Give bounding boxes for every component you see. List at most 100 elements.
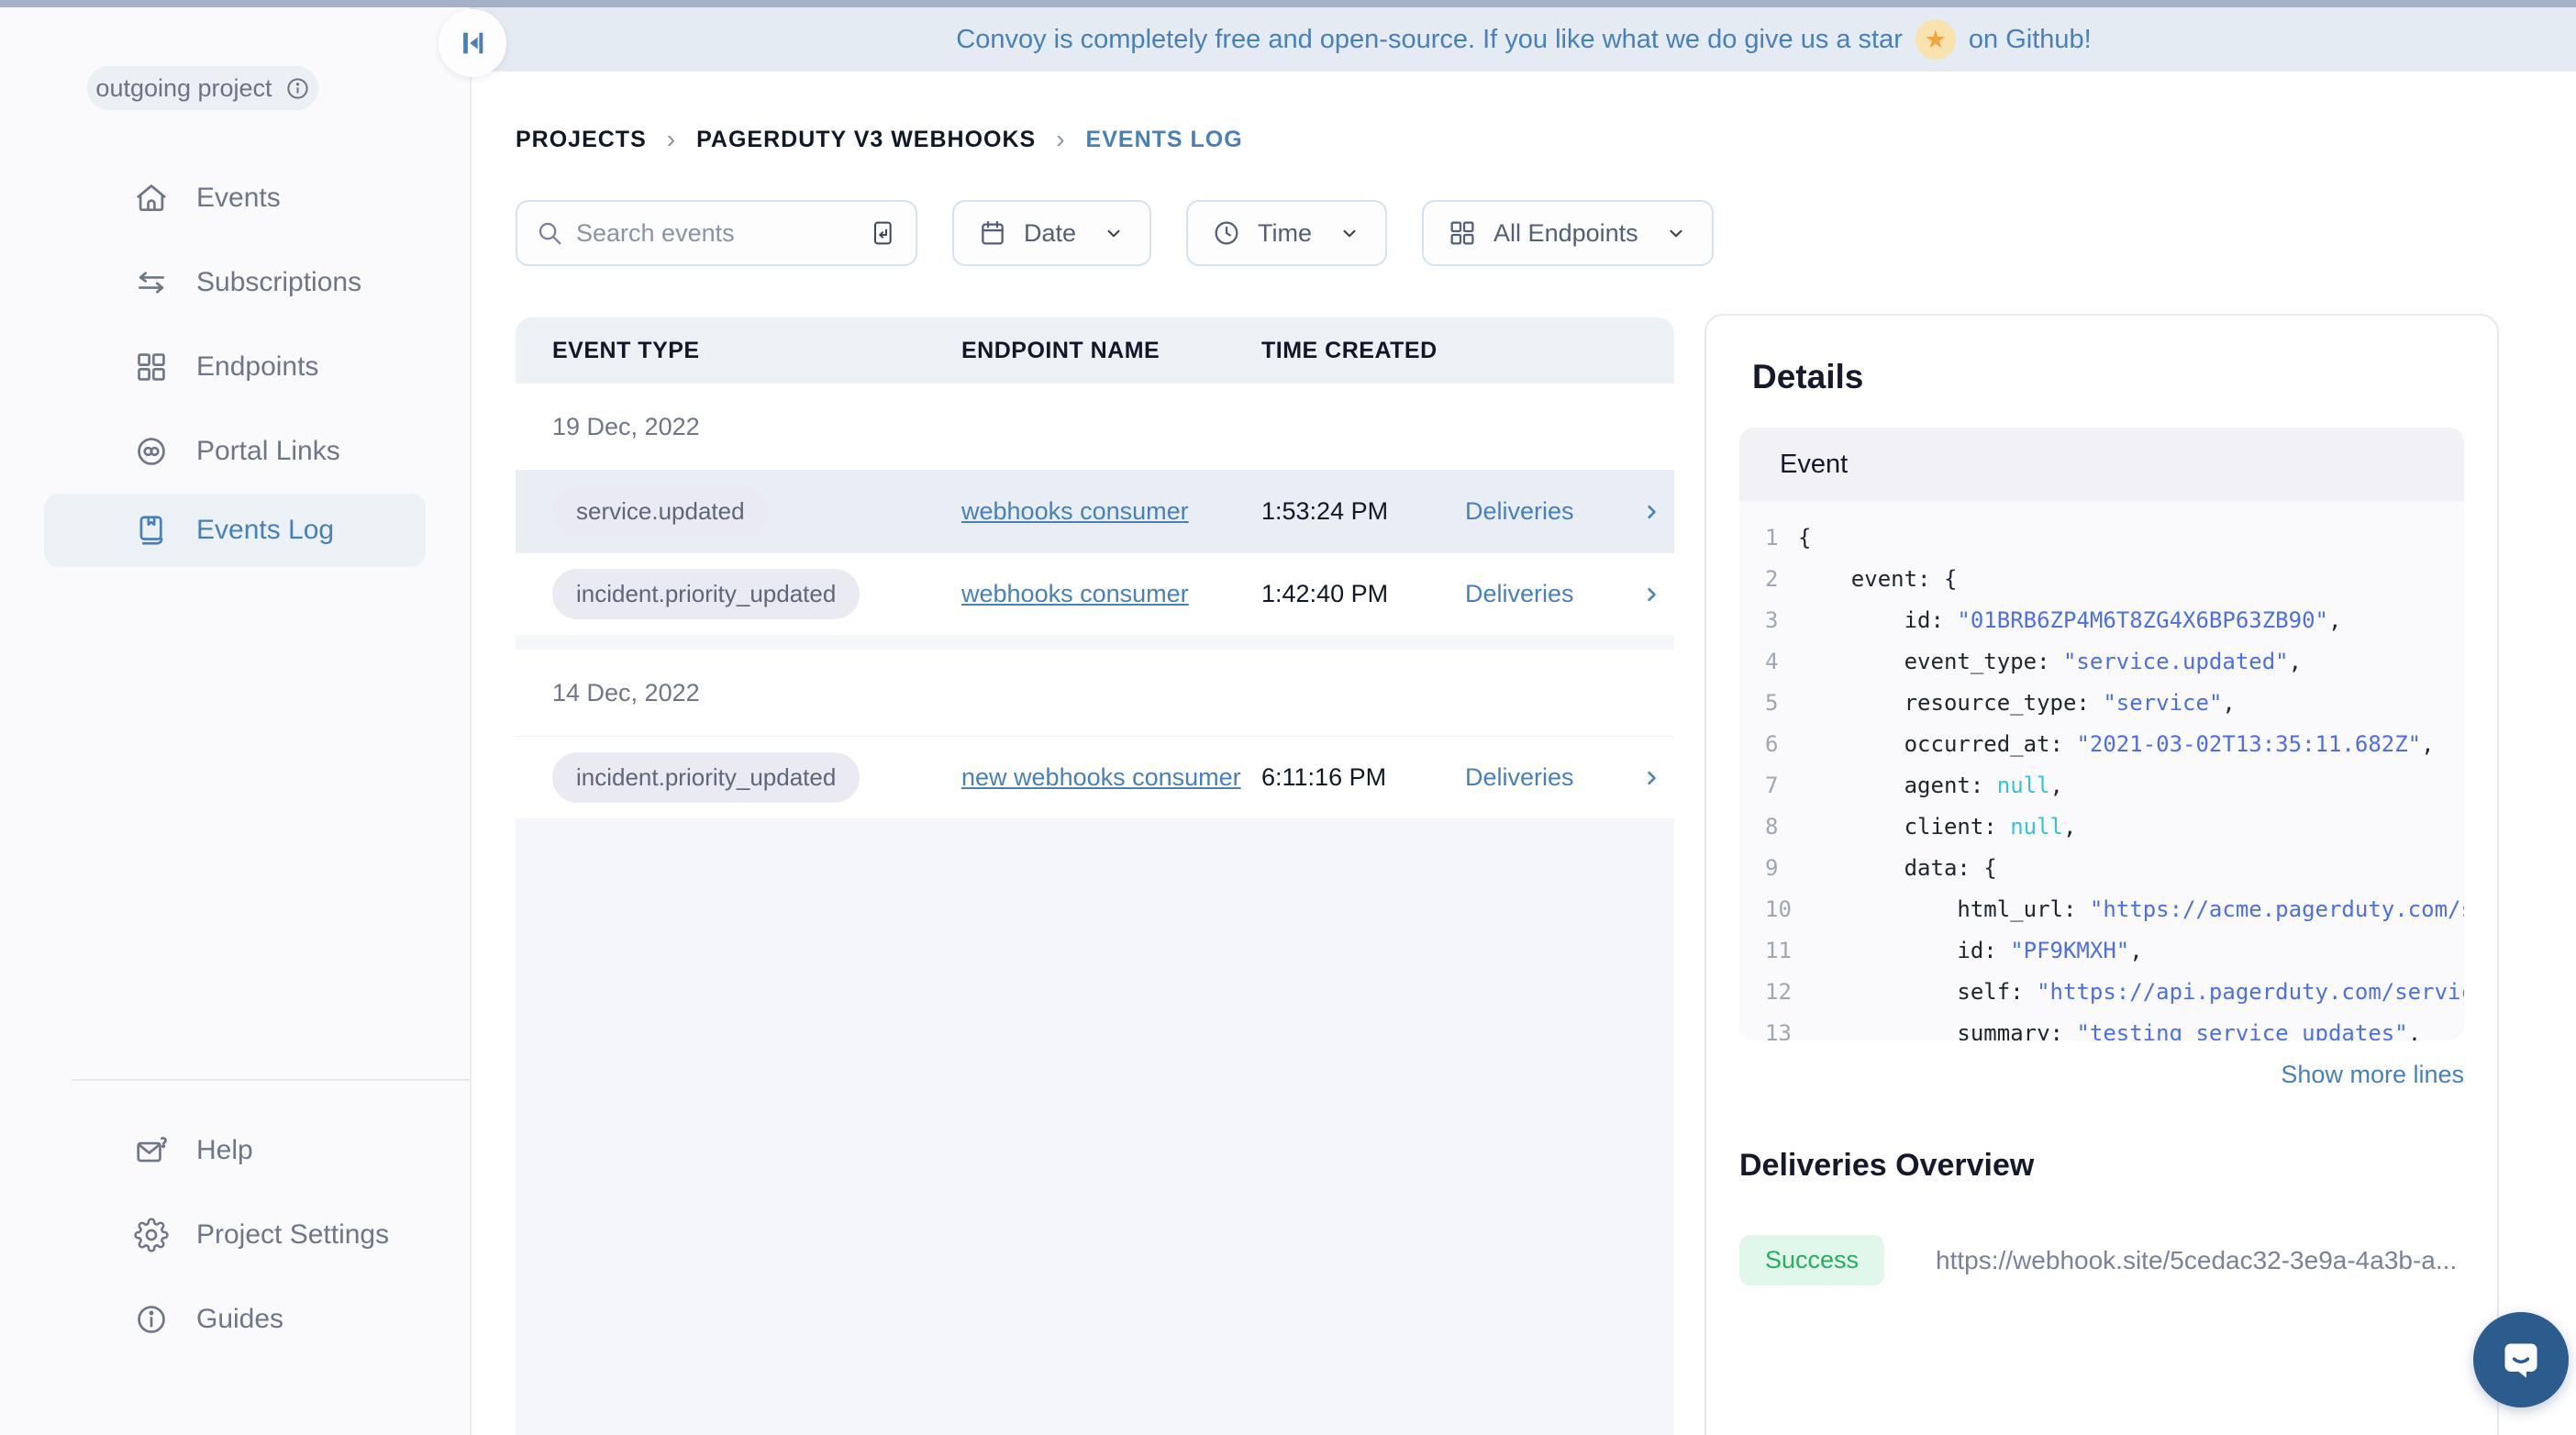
table-header: EVENT TYPE ENDPOINT NAME TIME CREATED (516, 317, 1674, 384)
chevron-down-icon (1664, 221, 1688, 245)
star-icon: ★ (1915, 19, 1956, 60)
event-type-pill: incident.priority_updated (552, 569, 860, 619)
journal-icon (134, 513, 169, 548)
sidebar-footer-nav: Help Project Settings Guides (0, 1108, 470, 1362)
column-event-type: EVENT TYPE (552, 338, 961, 364)
column-time-created: TIME CREATED (1261, 338, 1465, 364)
breadcrumb-item-projects[interactable]: PROJECTS (516, 127, 647, 153)
delivery-status-badge: Success (1739, 1235, 1884, 1285)
event-row[interactable]: incident.priority_updated webhooks consu… (516, 552, 1674, 635)
sidebar-item-events-log[interactable]: Events Log (44, 494, 426, 567)
group-date-label: 14 Dec, 2022 (552, 679, 700, 707)
sidebar-divider (72, 1079, 470, 1081)
grid-icon (1448, 218, 1477, 248)
time-filter-button[interactable]: Time (1186, 200, 1387, 266)
group-date-row: 19 Dec, 2022 (516, 384, 1674, 470)
details-panel: Details Event 1{2 event: {3 id: "01BRB6Z… (1704, 314, 2499, 1435)
portal-link-icon (134, 434, 169, 469)
deliveries-label: Deliveries (1465, 497, 1574, 526)
date-filter-label: Date (1024, 219, 1076, 248)
endpoint-link[interactable]: webhooks consumer (961, 497, 1189, 526)
sidebar-item-endpoints[interactable]: Endpoints (0, 325, 470, 409)
endpoints-filter-label: All Endpoints (1493, 219, 1638, 248)
endpoints-filter-button[interactable]: All Endpoints (1422, 200, 1714, 266)
breadcrumb-separator: › (667, 125, 676, 154)
sidebar-item-label: Guides (196, 1304, 283, 1335)
sidebar-item-label: Help (196, 1135, 253, 1166)
endpoint-link[interactable]: webhooks consumer (961, 580, 1189, 608)
table-group: 14 Dec, 2022 incident.priority_updated n… (516, 650, 1674, 818)
chevron-right-icon (1638, 582, 1664, 607)
sidebar-item-label: Endpoints (196, 351, 318, 383)
delivery-item[interactable]: Success https://webhook.site/5cedac32-3e… (1739, 1235, 2464, 1285)
main-content: PROJECTS › PAGERDUTY V3 WEBHOOKS › EVENT… (472, 72, 2576, 1435)
info-circle-icon (134, 1302, 169, 1337)
clock-icon (1212, 218, 1241, 248)
sidebar-item-subscriptions[interactable]: Subscriptions (0, 240, 470, 325)
event-code-lines: 1{2 event: {3 id: "01BRB6ZP4M6T8ZG4X6BP6… (1739, 501, 2464, 1040)
banner-text-before: Convoy is completely free and open-sourc… (956, 25, 1903, 55)
home-icon (134, 181, 169, 216)
details-title: Details (1752, 358, 2464, 396)
breadcrumb-item-events-log: EVENTS LOG (1086, 127, 1243, 153)
chat-fab-button[interactable] (2473, 1312, 2569, 1407)
date-filter-button[interactable]: Date (952, 200, 1151, 266)
banner-text-after: on Github! (1969, 25, 2092, 55)
deliveries-label: Deliveries (1465, 763, 1574, 792)
mail-question-icon (134, 1133, 169, 1168)
group-date-row: 14 Dec, 2022 (516, 650, 1674, 736)
table-group: 19 Dec, 2022 service.updated webhooks co… (516, 384, 1674, 635)
events-table: EVENT TYPE ENDPOINT NAME TIME CREATED 19… (516, 317, 1674, 1435)
breadcrumb-item-project[interactable]: PAGERDUTY V3 WEBHOOKS (696, 127, 1036, 153)
deliveries-overview-title: Deliveries Overview (1739, 1148, 2464, 1184)
collapse-sidebar-button[interactable] (439, 9, 506, 77)
event-code-header: Event (1739, 428, 2464, 501)
search-input[interactable] (576, 219, 855, 248)
sidebar-item-help[interactable]: Help (0, 1108, 470, 1193)
project-type-badge[interactable]: outgoing project (87, 66, 318, 110)
event-type-pill: incident.priority_updated (552, 752, 860, 803)
calendar-icon (978, 218, 1007, 248)
search-icon (536, 219, 563, 247)
sidebar-item-guides[interactable]: Guides (0, 1277, 470, 1362)
sidebar-item-label: Subscriptions (196, 267, 361, 298)
sidebar-item-label: Events Log (196, 515, 334, 546)
breadcrumb-separator: › (1056, 125, 1065, 154)
deliveries-link[interactable]: Deliveries (1465, 580, 1674, 608)
deliveries-link[interactable]: Deliveries (1465, 763, 1674, 792)
chevron-down-icon (1338, 221, 1361, 245)
show-more-lines-link[interactable]: Show more lines (1739, 1061, 2464, 1089)
filter-bar: Date Time All Endpoints (516, 200, 1714, 266)
info-icon (285, 76, 310, 101)
event-row[interactable]: incident.priority_updated new webhooks c… (516, 736, 1674, 818)
delivery-url: https://webhook.site/5cedac32-3e9a-4a3b-… (1936, 1246, 2457, 1275)
arrows-swap-icon (134, 265, 169, 300)
sidebar-item-label: Events (196, 183, 281, 214)
event-row-selected[interactable]: service.updated webhooks consumer 1:53:2… (516, 470, 1674, 552)
github-banner: Convoy is completely free and open-sourc… (472, 7, 2576, 72)
gear-icon (134, 1218, 169, 1252)
sidebar-item-label: Project Settings (196, 1219, 389, 1251)
time-filter-label: Time (1258, 219, 1312, 248)
deliveries-link[interactable]: Deliveries (1465, 497, 1674, 526)
sidebar-item-portal-links[interactable]: Portal Links (0, 409, 470, 494)
collapse-sidebar-icon (457, 28, 488, 59)
time-created-cell: 1:53:24 PM (1261, 497, 1465, 526)
sidebar-item-label: Portal Links (196, 436, 340, 467)
time-created-cell: 1:42:40 PM (1261, 580, 1465, 608)
search-box[interactable] (516, 200, 917, 266)
project-type-label: outgoing project (95, 74, 272, 103)
column-endpoint-name: ENDPOINT NAME (961, 338, 1261, 364)
top-strip (0, 0, 2576, 7)
chat-bubble-icon (2495, 1334, 2547, 1385)
sidebar-item-events[interactable]: Events (0, 156, 470, 240)
deliveries-label: Deliveries (1465, 580, 1574, 608)
sidebar-nav: Events Subscriptions Endpoints (0, 156, 470, 567)
sidebar-item-project-settings[interactable]: Project Settings (0, 1193, 470, 1277)
event-code-title: Event (1780, 450, 1848, 480)
return-key-icon (868, 218, 897, 248)
endpoint-link[interactable]: new webhooks consumer (961, 763, 1241, 792)
app-root: Convoy is completely free and open-sourc… (0, 0, 2576, 1435)
time-created-cell: 6:11:16 PM (1261, 763, 1465, 792)
chevron-right-icon (1638, 765, 1664, 791)
